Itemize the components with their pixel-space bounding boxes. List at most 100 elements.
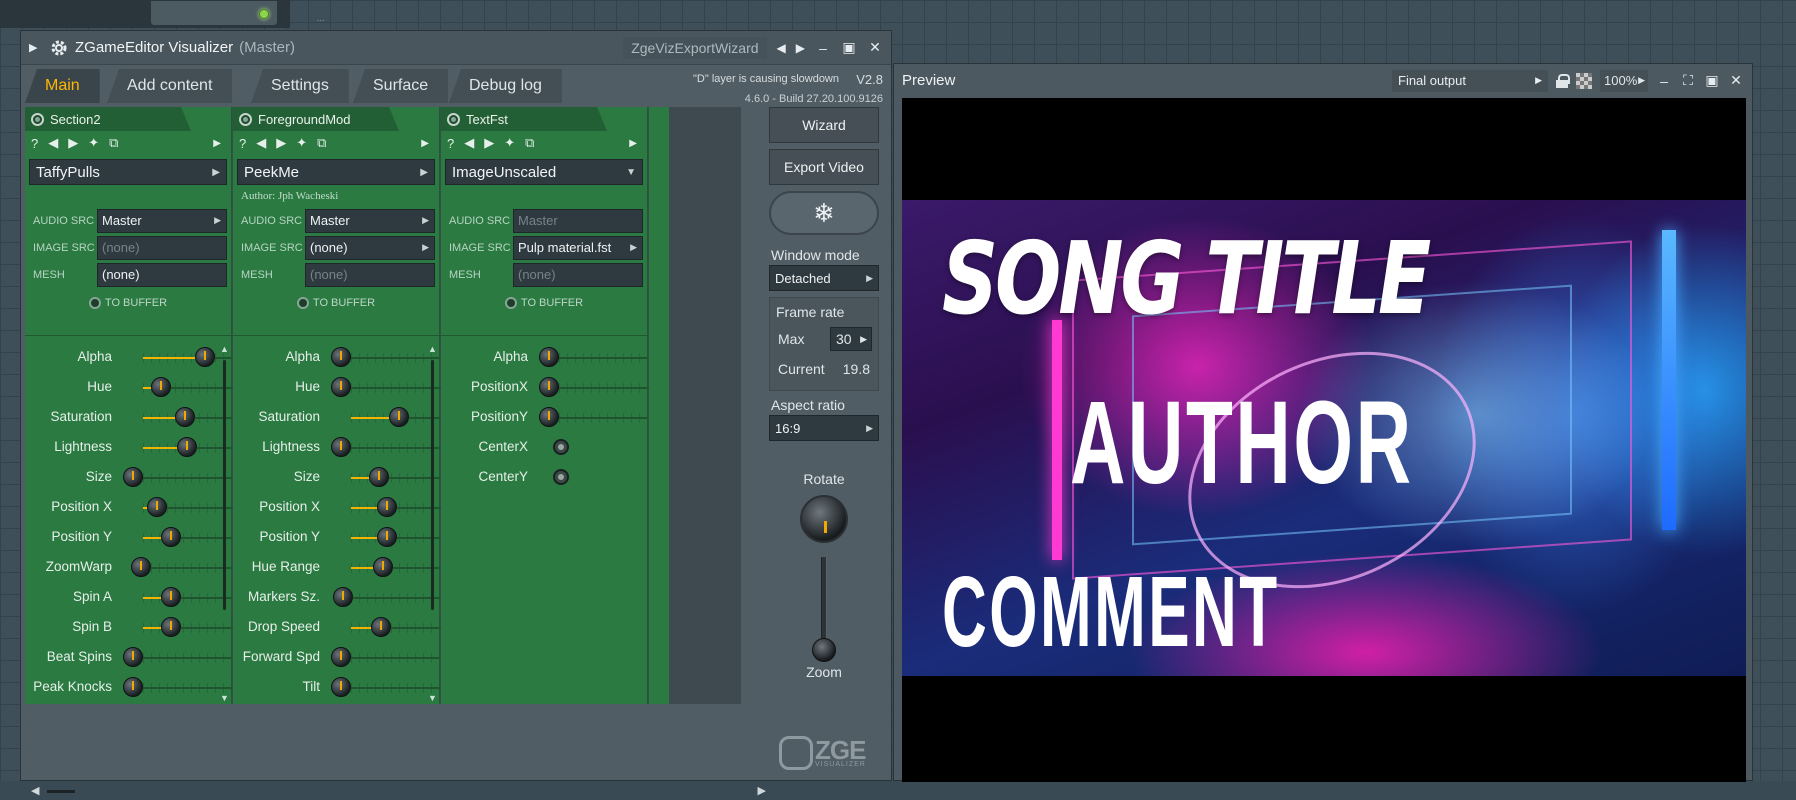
prev-preset-icon[interactable]: ◀ xyxy=(777,41,786,55)
preview-zoom-select[interactable]: 100% ▶ xyxy=(1600,69,1648,92)
preview-canvas[interactable]: SONG TITLE AUTHOR COMMENT xyxy=(902,98,1746,782)
maximize-icon[interactable]: ▣ xyxy=(841,39,857,56)
minimize-icon[interactable]: – xyxy=(1656,73,1672,89)
param-knob[interactable] xyxy=(175,407,195,427)
param-knob[interactable] xyxy=(377,527,398,547)
next-icon[interactable]: ▶ xyxy=(484,135,494,151)
param-knob[interactable] xyxy=(377,497,398,517)
param-toggle[interactable] xyxy=(553,469,569,485)
param-slider-track[interactable] xyxy=(559,353,649,363)
param-knob[interactable] xyxy=(151,377,171,397)
fullscreen-icon[interactable]: ⛶ xyxy=(1680,72,1696,89)
param-toggle[interactable] xyxy=(553,439,569,455)
horizontal-scroll-thumb[interactable] xyxy=(47,790,75,793)
aspect-ratio-select[interactable]: 16:9 ▶ xyxy=(769,415,879,441)
scroll-thumb[interactable] xyxy=(431,360,434,610)
prev-icon[interactable]: ◀ xyxy=(464,135,474,151)
preset-name[interactable]: ZgeVizExportWizard xyxy=(623,36,767,59)
next-preset-icon[interactable]: ▶ xyxy=(796,41,805,55)
scroll-thumb[interactable] xyxy=(223,360,226,610)
channel-led[interactable] xyxy=(259,9,269,19)
mesh-select[interactable]: (none) xyxy=(513,262,643,287)
param-knob[interactable] xyxy=(331,677,351,697)
param-slider-track[interactable] xyxy=(559,383,649,393)
export-video-button[interactable]: Export Video xyxy=(769,149,879,185)
tab-add-content[interactable]: Add content xyxy=(107,69,233,103)
copy-icon[interactable]: ⧉ xyxy=(317,135,326,151)
close-icon[interactable]: ✕ xyxy=(1728,72,1744,89)
layer-enable-radio[interactable] xyxy=(31,113,44,126)
scroll-down-icon[interactable]: ▼ xyxy=(428,693,437,703)
tab-settings[interactable]: Settings xyxy=(251,69,349,103)
freeze-button[interactable]: ❄ xyxy=(769,191,879,235)
effect-preset-select[interactable]: TaffyPulls ▶ xyxy=(29,159,227,185)
maximize-icon[interactable]: ▣ xyxy=(1704,72,1720,89)
param-knob[interactable] xyxy=(539,347,559,367)
window-mode-select[interactable]: Detached ▶ xyxy=(769,265,879,291)
audio-src-select[interactable]: Master xyxy=(513,208,643,233)
param-knob[interactable] xyxy=(177,437,198,457)
image-src-select[interactable]: (none) xyxy=(97,235,227,260)
param-knob[interactable] xyxy=(131,557,151,577)
layer-enable-radio[interactable] xyxy=(239,113,252,126)
transparency-icon[interactable] xyxy=(1576,72,1592,89)
effect-preset-select[interactable]: ImageUnscaled ▼ xyxy=(445,159,643,185)
param-knob[interactable] xyxy=(123,467,143,487)
help-icon[interactable]: ? xyxy=(239,136,246,151)
image-src-select[interactable]: (none) ▶ xyxy=(305,235,435,260)
tab-debug-log[interactable]: Debug log xyxy=(449,69,562,103)
audio-src-select[interactable]: Master ▶ xyxy=(97,208,227,233)
param-knob[interactable] xyxy=(369,467,390,487)
horizontal-scrollbar[interactable]: ◀ ▶ xyxy=(31,784,766,800)
param-knob[interactable] xyxy=(331,437,351,457)
lock-icon[interactable] xyxy=(1556,73,1570,88)
randomize-icon[interactable]: ✦ xyxy=(504,135,515,151)
max-fps-select[interactable]: 30 ▶ xyxy=(830,327,872,351)
mesh-select[interactable]: (none) xyxy=(97,262,227,287)
param-knob[interactable] xyxy=(123,647,143,667)
scroll-up-icon[interactable]: ▲ xyxy=(220,344,229,354)
layer-header[interactable]: Section2 xyxy=(25,107,231,131)
param-knob[interactable] xyxy=(371,617,391,637)
scroll-down-icon[interactable]: ▼ xyxy=(220,693,229,703)
vertical-scrollbar[interactable]: ▲ ▼ xyxy=(220,344,230,703)
audio-src-select[interactable]: Master ▶ xyxy=(305,208,435,233)
output-select[interactable]: Final output ▶ xyxy=(1392,69,1548,92)
more-icon[interactable]: ▶ xyxy=(213,138,221,149)
layer-enable-radio[interactable] xyxy=(447,113,460,126)
to-buffer-toggle[interactable]: TO BUFFER xyxy=(25,288,231,318)
zoom-slider[interactable] xyxy=(809,557,839,662)
help-icon[interactable]: ? xyxy=(447,136,454,151)
param-slider-track[interactable] xyxy=(559,413,649,423)
randomize-icon[interactable]: ✦ xyxy=(88,135,99,151)
param-knob[interactable] xyxy=(195,347,215,367)
copy-icon[interactable]: ⧉ xyxy=(109,135,118,151)
mesh-select[interactable]: (none) xyxy=(305,262,435,287)
zoom-thumb[interactable] xyxy=(812,638,836,662)
param-knob[interactable] xyxy=(147,497,167,517)
tab-main[interactable]: Main xyxy=(25,69,100,103)
param-knob[interactable] xyxy=(331,347,351,367)
prev-icon[interactable]: ◀ xyxy=(256,135,266,151)
to-buffer-radio[interactable] xyxy=(504,297,517,309)
vertical-scrollbar[interactable]: ▲ ▼ xyxy=(428,344,438,703)
layer-header[interactable]: ForegroundMod xyxy=(233,107,439,131)
param-knob[interactable] xyxy=(161,587,182,607)
layer-header[interactable]: TextFst xyxy=(441,107,647,131)
tab-surface[interactable]: Surface xyxy=(353,69,449,103)
gear-icon[interactable] xyxy=(49,38,69,58)
wizard-button[interactable]: Wizard xyxy=(769,107,879,143)
param-knob[interactable] xyxy=(372,557,393,577)
prev-icon[interactable]: ◀ xyxy=(48,135,58,151)
minimize-icon[interactable]: – xyxy=(815,40,831,56)
preview-titlebar[interactable]: Preview Final output ▶ 100% ▶ – ⛶ ▣ ✕ xyxy=(894,64,1752,97)
next-icon[interactable]: ▶ xyxy=(68,135,78,151)
help-icon[interactable]: ? xyxy=(31,136,38,151)
copy-icon[interactable]: ⧉ xyxy=(525,135,534,151)
randomize-icon[interactable]: ✦ xyxy=(296,135,307,151)
param-knob[interactable] xyxy=(539,377,559,397)
more-icon[interactable]: ▶ xyxy=(629,138,637,149)
layer-column-partial[interactable] xyxy=(649,107,669,704)
param-knob[interactable] xyxy=(161,527,182,547)
param-knob[interactable] xyxy=(331,377,351,397)
